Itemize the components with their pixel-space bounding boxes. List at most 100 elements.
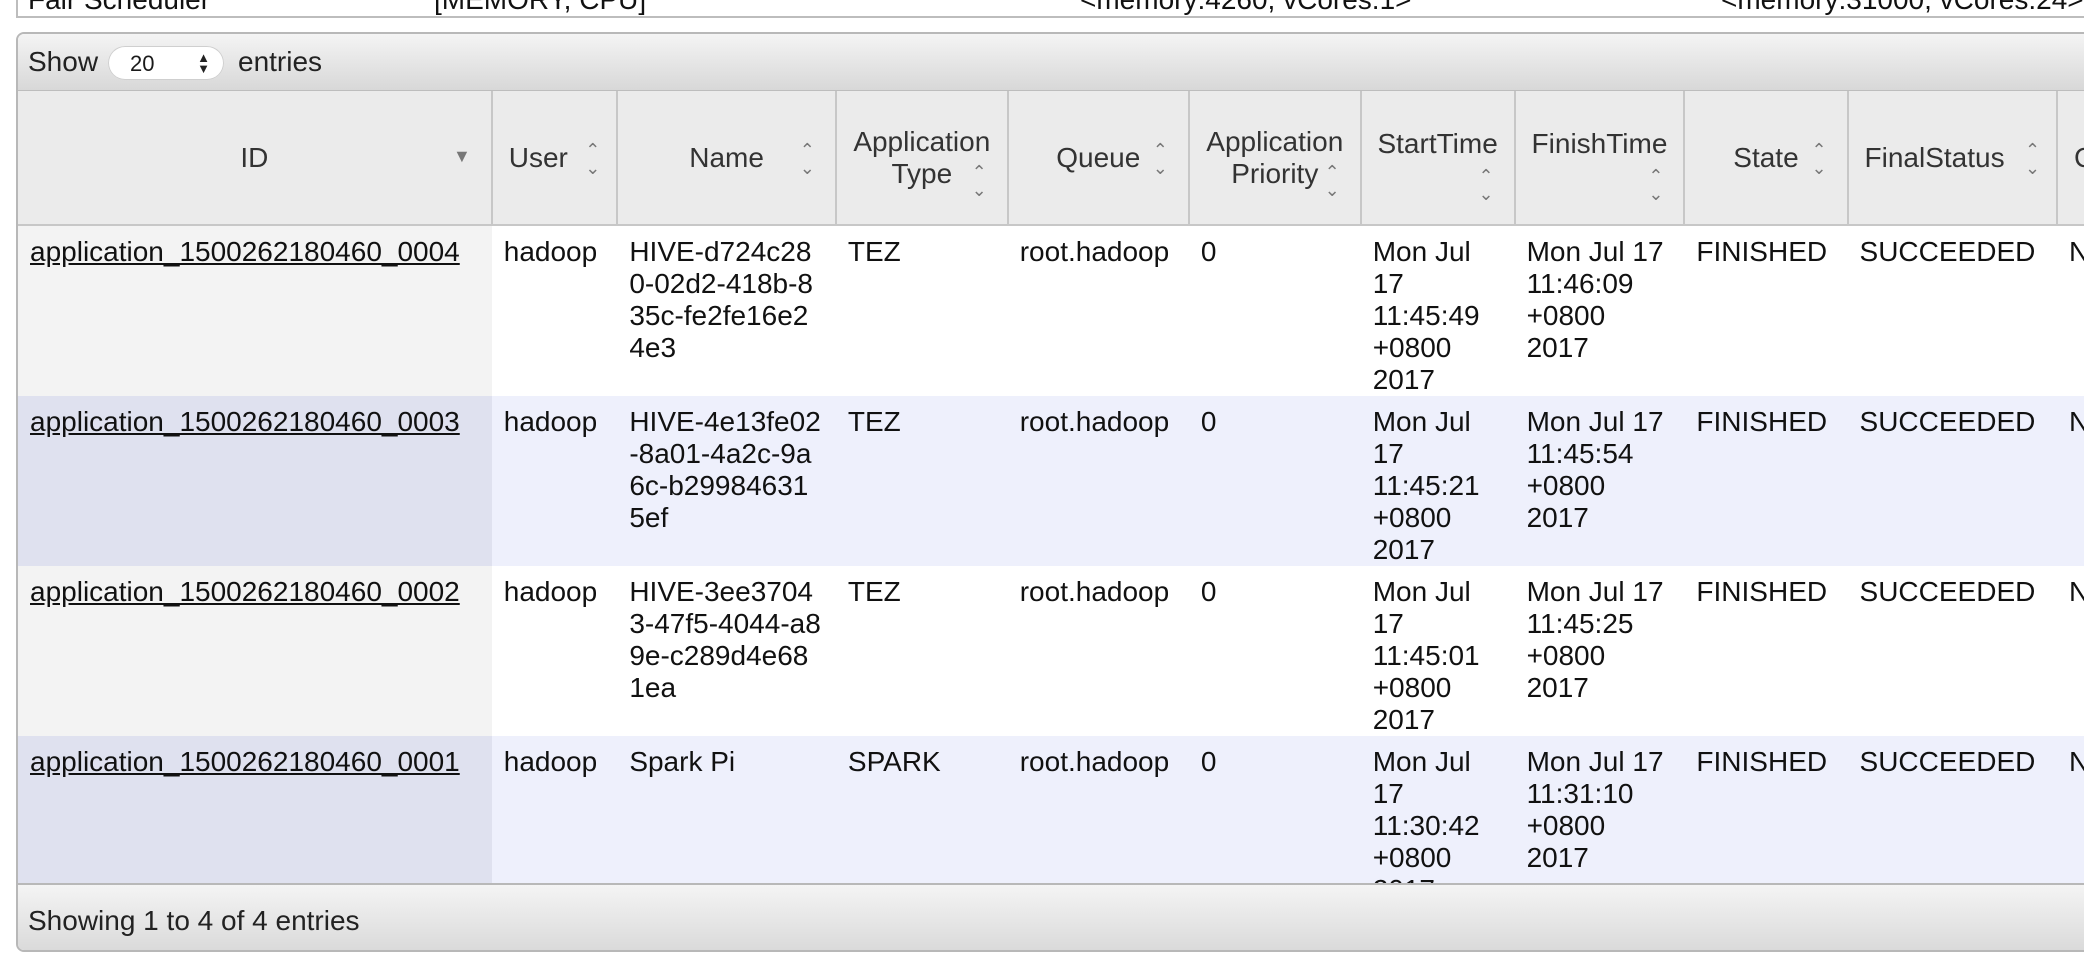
sort-both-icon: ⌃ ⌄ <box>971 162 987 200</box>
sort-both-icon: ⌃ ⌄ <box>585 140 601 178</box>
application-link[interactable]: application_1500262180460_0004 <box>30 236 460 267</box>
col-header-name[interactable]: Name ⌃ ⌄ <box>617 91 837 226</box>
cell-truncated: N <box>2057 566 2084 736</box>
cell-finishtime: Mon Jul 17 11:31:10 +0800 2017 <box>1514 736 1685 906</box>
application-link[interactable]: application_1500262180460_0003 <box>30 406 460 437</box>
col-header-user[interactable]: User ⌃ ⌄ <box>491 91 619 226</box>
table-info-text: Showing 1 to 4 of 4 entries <box>28 905 360 936</box>
col-label-state: State <box>1733 141 1799 173</box>
show-label: Show <box>28 46 99 77</box>
col-header-finalstatus[interactable]: FinalStatus ⌃ ⌄ <box>1847 91 2059 226</box>
cell-starttime: Mon Jul 17 11:30:42 +0800 2017 <box>1360 736 1515 906</box>
application-link[interactable]: application_1500262180460_0001 <box>30 746 460 777</box>
col-header-starttime[interactable]: StartTime ⌃ ⌄ <box>1360 91 1516 226</box>
entries-label: entries <box>238 46 323 77</box>
cell-priority: 0 <box>1188 396 1361 566</box>
cell-finalstatus: SUCCEEDED <box>1847 225 2058 396</box>
table-header-row: ID ▼ User ⌃ ⌄ Name ⌃ ⌄ Application Type ⌃ ⌄… <box>18 91 2084 226</box>
cell-id: application_1500262180460_0003 <box>18 396 492 566</box>
application-link[interactable]: application_1500262180460_0002 <box>30 576 460 607</box>
cell-finishtime: Mon Jul 17 11:45:54 +0800 2017 <box>1514 396 1685 566</box>
table-info-bar: Showing 1 to 4 of 4 entries <box>18 883 2084 950</box>
col-label-finalstatus: FinalStatus <box>1864 141 2005 173</box>
cell-state: FINISHED <box>1684 566 1848 736</box>
cell-finalstatus: SUCCEEDED <box>1847 566 2058 736</box>
cell-priority: 0 <box>1188 566 1361 736</box>
col-header-id[interactable]: ID ▼ <box>18 91 493 226</box>
cell-user: hadoop <box>491 225 618 396</box>
col-header-queue[interactable]: Queue ⌃ ⌄ <box>1007 91 1190 226</box>
sort-both-icon: ⌃ ⌄ <box>1811 140 1827 178</box>
select-arrows-icon: ▲ ▼ <box>197 50 210 76</box>
col-label-application-type: Application Type <box>853 125 991 189</box>
col-header-truncated[interactable]: C <box>2057 91 2084 226</box>
sort-both-icon: ⌃ ⌄ <box>799 140 815 178</box>
cell-type: TEZ <box>835 225 1008 396</box>
cell-finalstatus: SUCCEEDED <box>1847 736 2058 906</box>
table-row: application_1500262180460_0004 hadoop HI… <box>18 225 2084 396</box>
cell-name: HIVE-d724c280-02d2-418b-835c-fe2fe16e24e… <box>617 225 836 396</box>
sort-both-icon: ⌃ ⌄ <box>1648 166 1664 204</box>
col-label-id: ID <box>240 141 269 173</box>
col-header-state[interactable]: State ⌃ ⌄ <box>1684 91 1849 226</box>
max-allocation: <memory:31000, vCores:24> <box>1721 0 2084 18</box>
scheduler-type: Fair Scheduler <box>28 0 210 18</box>
cell-name: Spark Pi <box>617 736 836 906</box>
cell-type: TEZ <box>835 396 1008 566</box>
sort-both-icon: ⌃ ⌄ <box>1324 162 1340 200</box>
cell-finishtime: Mon Jul 17 11:46:09 +0800 2017 <box>1514 225 1685 396</box>
applications-table: ID ▼ User ⌃ ⌄ Name ⌃ ⌄ Application Type ⌃ ⌄… <box>18 91 2084 906</box>
cell-id: application_1500262180460_0004 <box>18 225 492 396</box>
entries-per-page-value: 20 <box>130 51 155 76</box>
table-row: application_1500262180460_0001 hadoop Sp… <box>18 736 2084 906</box>
cell-finishtime: Mon Jul 17 11:45:25 +0800 2017 <box>1514 566 1685 736</box>
cell-queue: root.hadoop <box>1007 736 1189 906</box>
cell-name: HIVE-4e13fe02-8a01-4a2c-9a6c-b299846315e… <box>617 396 836 566</box>
applications-table-wrapper: Show 20 ▲ ▼ entries ID ▼ User ⌃ ⌄ Name ⌃… <box>16 32 2084 952</box>
cell-state: FINISHED <box>1684 225 1848 396</box>
cell-user: hadoop <box>491 566 618 736</box>
cell-truncated: N <box>2057 396 2084 566</box>
cell-starttime: Mon Jul 17 11:45:21 +0800 2017 <box>1360 396 1515 566</box>
scheduler-info-row: Fair Scheduler [MEMORY, CPU] <memory:426… <box>16 0 2084 18</box>
cell-starttime: Mon Jul 17 11:45:49 +0800 2017 <box>1360 225 1515 396</box>
sort-both-icon: ⌃ ⌄ <box>2024 140 2041 178</box>
col-header-application-priority[interactable]: Application Priority ⌃ ⌄ <box>1188 91 1362 226</box>
cell-truncated: N <box>2057 225 2084 396</box>
cell-state: FINISHED <box>1684 736 1848 906</box>
sort-both-icon: ⌃ ⌄ <box>1152 140 1168 178</box>
cell-state: FINISHED <box>1684 396 1848 566</box>
col-label-name: Name <box>689 141 764 173</box>
table-length-bar: Show 20 ▲ ▼ entries <box>18 34 2084 91</box>
sort-desc-icon: ▼ <box>452 146 471 166</box>
col-label-finishtime: FinishTime <box>1531 127 1668 159</box>
col-label-queue: Queue <box>1056 141 1141 173</box>
cell-priority: 0 <box>1188 736 1361 906</box>
col-label-starttime: StartTime <box>1377 127 1498 159</box>
cell-queue: root.hadoop <box>1007 396 1189 566</box>
col-label-application-priority: Application Priority <box>1206 125 1344 189</box>
cell-type: SPARK <box>835 736 1008 906</box>
col-label-user: User <box>508 141 568 173</box>
cell-user: hadoop <box>491 736 618 906</box>
cell-queue: root.hadoop <box>1007 225 1189 396</box>
table-row: application_1500262180460_0003 hadoop HI… <box>18 396 2084 566</box>
sort-both-icon: ⌃ ⌄ <box>1478 166 1494 204</box>
cell-id: application_1500262180460_0001 <box>18 736 492 906</box>
cell-name: HIVE-3ee37043-47f5-4044-a89e-c289d4e681e… <box>617 566 836 736</box>
col-header-application-type[interactable]: Application Type ⌃ ⌄ <box>835 91 1009 226</box>
cell-priority: 0 <box>1188 225 1361 396</box>
col-label-truncated: C <box>2074 142 2084 173</box>
cell-id: application_1500262180460_0002 <box>18 566 492 736</box>
table-row: application_1500262180460_0002 hadoop HI… <box>18 566 2084 736</box>
cell-type: TEZ <box>835 566 1008 736</box>
scheduler-resources: [MEMORY, CPU] <box>434 0 646 18</box>
cell-truncated: N <box>2057 736 2084 906</box>
cell-user: hadoop <box>491 396 618 566</box>
cell-queue: root.hadoop <box>1007 566 1189 736</box>
col-header-finishtime[interactable]: FinishTime ⌃ ⌄ <box>1514 91 1686 226</box>
cell-finalstatus: SUCCEEDED <box>1847 396 2058 566</box>
min-allocation: <memory:4260, vCores:1> <box>1080 0 1412 18</box>
cell-starttime: Mon Jul 17 11:45:01 +0800 2017 <box>1360 566 1515 736</box>
entries-per-page-select[interactable]: 20 ▲ ▼ <box>108 46 224 80</box>
